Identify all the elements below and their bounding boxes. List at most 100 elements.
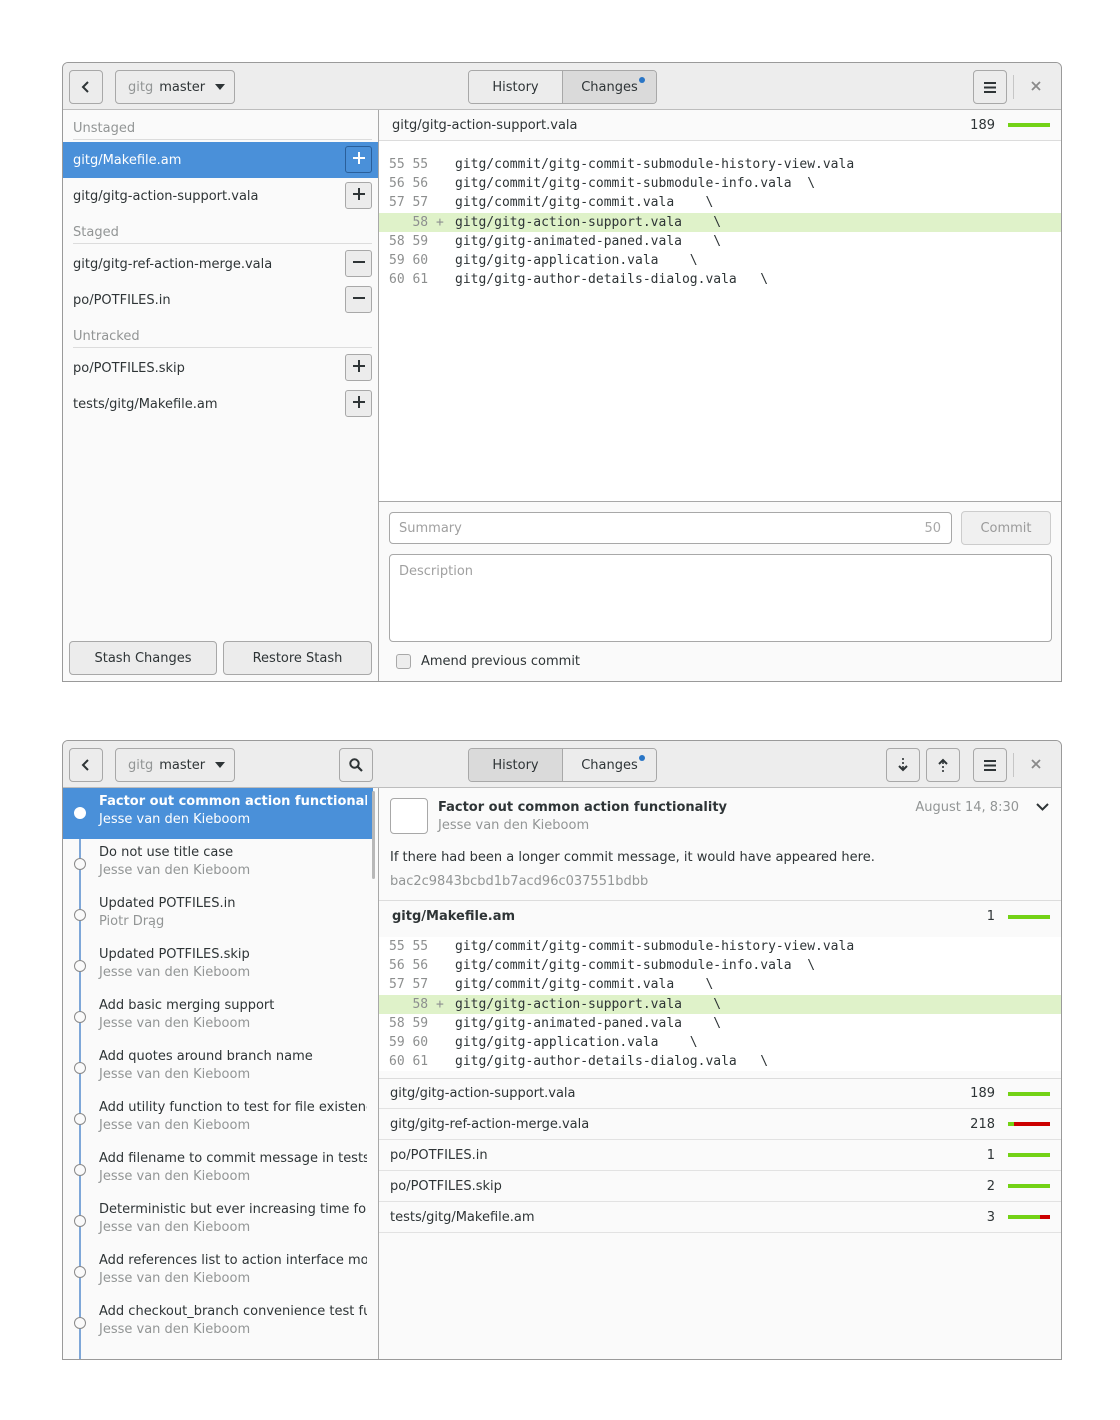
pan-down-icon (215, 84, 226, 90)
back-button[interactable] (69, 70, 103, 104)
tab-changes[interactable]: Changes (562, 749, 656, 781)
commit-row[interactable]: Add checkout_branch convenience test fun… (63, 1298, 373, 1349)
changed-file-count: 189 (970, 1086, 995, 1101)
stage-button[interactable] (345, 390, 372, 417)
added-bar (1008, 1184, 1050, 1188)
changed-file-row[interactable]: tests/gitg/Makefile.am 3 (379, 1202, 1061, 1233)
diff-line-added: 58 + gitg/gitg-action-support.vala \ (379, 994, 1061, 1014)
commit-node-icon (74, 1011, 86, 1023)
commit-row-subject: Factor out common action functionality (99, 794, 367, 809)
line-text: gitg/gitg-author-details-dialog.vala \ (455, 1054, 769, 1070)
stage-button[interactable] (345, 354, 372, 381)
header-bar: gitg master History Changes (63, 741, 1061, 788)
amend-checkbox-row[interactable]: Amend previous commit (396, 654, 580, 669)
commit-row-author: Jesse van den Kieboom (99, 1118, 251, 1133)
section-untracked: Untracked (73, 318, 372, 348)
branch-selector[interactable]: gitg master (115, 70, 235, 104)
commit-row-author: Jesse van den Kieboom (99, 1067, 251, 1082)
commit-node-icon (74, 1266, 86, 1278)
file-row[interactable]: tests/gitg/Makefile.am (63, 386, 378, 422)
expand-button[interactable] (1036, 800, 1049, 815)
commit-row[interactable]: Add utility function to test for file ex… (63, 1094, 373, 1145)
commit-button[interactable]: Commit (961, 511, 1051, 545)
stash-changes-button[interactable]: Stash Changes (69, 641, 217, 675)
commit-row[interactable]: Factor out common action functionality Je… (63, 788, 373, 839)
line-text: gitg/gitg-author-details-dialog.vala \ (455, 272, 769, 288)
summary-input[interactable]: Summary 50 (389, 512, 952, 544)
stage-button[interactable] (345, 146, 372, 173)
added-bar (1008, 1215, 1040, 1219)
menu-button[interactable] (973, 748, 1007, 782)
diff-file-header[interactable]: gitg/gitg-action-support.vala 189 (379, 110, 1061, 141)
tab-history[interactable]: History (469, 749, 562, 781)
diff-line-context: 56 56 gitg/commit/gitg-commit-submodule-… (379, 174, 1061, 193)
commit-row[interactable]: Add quotes around branch name Jesse van d… (63, 1043, 373, 1094)
file-row[interactable]: gitg/gitg-action-support.vala (63, 178, 378, 214)
commit-row-subject: Add references list to action interface … (99, 1253, 367, 1268)
commit-node-icon (74, 960, 86, 972)
commit-row-author: Jesse van den Kieboom (99, 1016, 251, 1031)
commit-list-scrollbar[interactable] (372, 791, 375, 879)
diff-line-context: 55 55 gitg/commit/gitg-commit-submodule-… (379, 155, 1061, 174)
line-text: gitg/commit/gitg-commit.vala \ (455, 195, 714, 211)
diff-line-context: 57 57 gitg/commit/gitg-commit.vala \ (379, 975, 1061, 994)
unstage-button[interactable] (345, 250, 372, 277)
changed-file-count: 3 (986, 1209, 995, 1225)
changed-file-row[interactable]: po/POTFILES.in 1 (379, 1140, 1061, 1171)
commit-row-subject: Updated POTFILES.in (99, 896, 236, 911)
commit-row[interactable]: Deterministic but ever increasing time f… (63, 1196, 373, 1247)
commit-row[interactable]: Updated POTFILES.in Piotr Drąg (63, 890, 373, 941)
pull-icon (897, 758, 909, 772)
diff-stat-bar (1008, 1153, 1050, 1157)
tab-history[interactable]: History (469, 71, 562, 103)
window-close-icon (1031, 758, 1041, 773)
diff-line-context: 58 59 gitg/gitg-animated-paned.vala \ (379, 232, 1061, 251)
plus-icon (352, 359, 365, 376)
back-button[interactable] (69, 748, 103, 782)
unstage-button[interactable] (345, 286, 372, 313)
commit-row[interactable]: Updated POTFILES.skip Jesse van den Kiebo… (63, 941, 373, 992)
expanded-file-path: gitg/Makefile.am (392, 909, 516, 924)
commit-node-icon (74, 1164, 86, 1176)
push-button[interactable] (926, 748, 960, 782)
file-path: po/POTFILES.skip (73, 360, 185, 376)
line-numbers: 56 56 (389, 176, 444, 192)
menu-button[interactable] (973, 70, 1007, 104)
expanded-file-header[interactable]: gitg/Makefile.am 1 (379, 901, 1061, 932)
file-row[interactable]: po/POTFILES.skip (63, 350, 378, 386)
commit-row-subject: Do not use title case (99, 845, 234, 860)
search-button[interactable] (339, 748, 373, 782)
file-row[interactable]: po/POTFILES.in (63, 282, 378, 318)
changed-file-row[interactable]: gitg/gitg-action-support.vala 189 (379, 1078, 1061, 1109)
commit-row[interactable]: Add filename to commit message in tests J… (63, 1145, 373, 1196)
added-bar (1008, 1153, 1050, 1157)
commit-row[interactable]: Add references list to action interface … (63, 1247, 373, 1298)
pull-button[interactable] (886, 748, 920, 782)
avatar (390, 798, 428, 834)
section-staged: Staged (73, 214, 372, 244)
tab-changes-label: Changes (581, 757, 638, 773)
diff-line-context: 57 57 gitg/commit/gitg-commit.vala \ (379, 193, 1061, 212)
line-numbers: 56 56 (389, 958, 444, 974)
changed-file-row[interactable]: gitg/gitg-ref-action-merge.vala 218 (379, 1109, 1061, 1140)
file-row[interactable]: gitg/gitg-ref-action-merge.vala (63, 246, 378, 282)
close-button[interactable] (1024, 75, 1048, 99)
amend-checkbox[interactable] (396, 654, 411, 669)
file-row[interactable]: gitg/Makefile.am (63, 142, 378, 178)
commit-node-icon (74, 1317, 86, 1329)
commit-row[interactable]: Do not use title case Jesse van den Kiebo… (63, 839, 373, 890)
commit-date: August 14, 8:30 (915, 800, 1019, 815)
changed-file-row[interactable]: po/POTFILES.skip 2 (379, 1171, 1061, 1202)
line-numbers: 57 57 (389, 195, 444, 211)
commit-row[interactable]: Add basic merging support Jesse van den K… (63, 992, 373, 1043)
tab-changes[interactable]: Changes (562, 71, 656, 103)
close-button[interactable] (1024, 753, 1048, 777)
description-input[interactable]: Description (389, 554, 1052, 642)
restore-stash-button[interactable]: Restore Stash (223, 641, 372, 675)
removed-bar (1014, 1122, 1050, 1126)
branch-selector[interactable]: gitg master (115, 748, 235, 782)
stage-button[interactable] (345, 182, 372, 209)
line-text: gitg/gitg-application.vala \ (455, 1035, 698, 1051)
line-text: gitg/gitg-animated-paned.vala \ (455, 233, 722, 249)
line-text: gitg/commit/gitg-commit-submodule-info.v… (455, 176, 816, 192)
